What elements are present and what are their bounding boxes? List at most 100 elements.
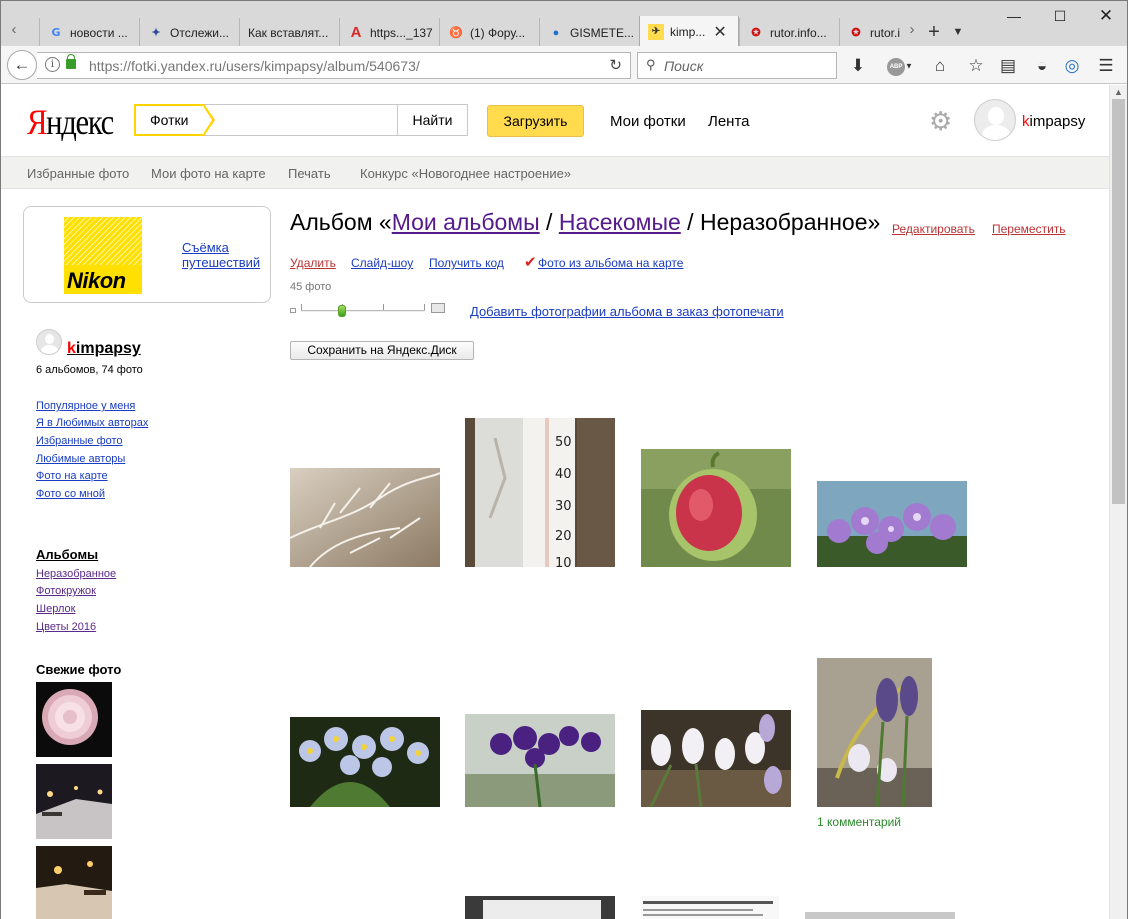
page-scrollbar[interactable]: ▲ <box>1109 85 1127 919</box>
gear-icon[interactable]: ⚙ <box>929 106 952 137</box>
browser-tab[interactable]: A https..._137 <box>339 18 439 47</box>
reading-list-icon[interactable]: ▤ <box>997 55 1019 77</box>
browser-tab[interactable]: G новости ... <box>39 18 139 47</box>
photo-row3-2-document[interactable] <box>641 896 779 919</box>
sidebar-album-sherlock[interactable]: Шерлок <box>36 603 75 615</box>
subnav-favorites[interactable]: Избранные фото <box>27 166 129 181</box>
sidebar-album-flowers-2016[interactable]: Цветы 2016 <box>36 621 96 633</box>
browser-tab[interactable]: ♉ (1) Фору... <box>439 18 539 47</box>
info-icon[interactable]: i <box>45 57 60 72</box>
nikon-logo[interactable]: Nikon <box>64 217 142 294</box>
photo-poppy-bud[interactable] <box>641 449 791 567</box>
photo-row3-1[interactable] <box>465 896 615 919</box>
sidebar-album-unsorted[interactable]: Неразобранное <box>36 568 116 580</box>
photo-white-crocuses[interactable] <box>641 710 791 807</box>
thumbnail-size-slider[interactable] <box>301 310 425 312</box>
save-to-disk-button[interactable]: Сохранить на Яндекс.Диск <box>290 341 474 360</box>
browser-tab-active[interactable]: ✈ kimp... ✕ <box>639 16 739 47</box>
photo-thermometer[interactable]: 50 40 30 20 10 <box>465 418 615 567</box>
my-photos-link[interactable]: Мои фотки <box>610 113 686 130</box>
fresh-photo-snowy-park[interactable] <box>36 764 112 839</box>
sidebar-link-favorite-photos[interactable]: Избранные фото <box>36 435 123 447</box>
bookmark-star-icon[interactable]: ☆ <box>965 55 987 77</box>
photo-violet-flowers[interactable] <box>465 714 615 807</box>
photo-count: 45 фото <box>290 281 332 293</box>
user-name-link[interactable]: kimpapsy <box>1022 113 1085 130</box>
sidebar-link-in-favorite-authors[interactable]: Я в Любимых авторах <box>36 417 148 429</box>
ad-banner[interactable]: Nikon Съёмка путешествий <box>23 206 271 303</box>
photo-frosted-branches[interactable] <box>290 468 440 567</box>
back-button[interactable]: ← <box>7 50 37 80</box>
sidebar-user-link[interactable]: kimpapsy <box>67 340 141 358</box>
breadcrumb-my-albums[interactable]: Мои альбомы <box>392 209 540 235</box>
albums-heading[interactable]: Альбомы <box>36 547 98 562</box>
delete-link[interactable]: Удалить <box>290 256 336 270</box>
sidebar-avatar[interactable] <box>36 329 62 355</box>
upload-button[interactable]: Загрузить <box>487 105 584 137</box>
move-album-link[interactable]: Переместить <box>992 222 1066 236</box>
browser-tab[interactable]: ✦ Отслежи... <box>139 18 239 47</box>
close-tab-icon[interactable]: ✕ <box>713 22 726 42</box>
address-bar[interactable]: i https://fotki.yandex.ru/users/kimpapsy… <box>37 52 631 79</box>
photo-row3-3[interactable] <box>805 912 955 919</box>
tab-list-icon[interactable]: ▼ <box>947 18 969 47</box>
letter-a-icon: A <box>350 24 362 41</box>
subnav-contest[interactable]: Конкурс «Новогоднее настроение» <box>360 166 571 181</box>
small-size-icon[interactable] <box>290 308 296 313</box>
maximize-icon[interactable]: ☐ <box>1037 1 1083 31</box>
pocket-icon[interactable]: ◒ <box>1031 55 1053 77</box>
photo-primula-blue[interactable] <box>290 717 440 807</box>
new-tab-icon[interactable]: + <box>923 18 945 47</box>
breadcrumb-insects[interactable]: Насекомые <box>559 209 681 235</box>
back-arrow-icon: ← <box>13 55 31 74</box>
reload-icon[interactable]: ↻ <box>609 56 622 74</box>
home-icon[interactable]: ⌂ <box>929 55 951 77</box>
photos-on-map-link[interactable]: Фото из альбома на карте <box>538 256 683 270</box>
subnav-map[interactable]: Мои фото на карте <box>151 166 266 181</box>
browser-tab[interactable]: Как вставлят... <box>239 18 339 47</box>
edit-album-link[interactable]: Редактировать <box>892 222 975 236</box>
menu-icon[interactable]: ☰ <box>1095 55 1117 77</box>
browser-search-field[interactable]: ⚲ Поиск <box>637 52 837 79</box>
feed-link[interactable]: Лента <box>708 113 750 130</box>
tab-scroll-left-icon[interactable]: ‹ <box>1 15 27 45</box>
browser-tab[interactable]: ● GISMETE... <box>539 18 639 47</box>
site-search: Фотки Найти <box>134 104 468 136</box>
tab-scroll-right-icon[interactable]: › <box>899 15 925 45</box>
sidebar-album-photo-club[interactable]: Фотокружок <box>36 585 96 597</box>
fresh-photo-night-snow[interactable] <box>36 846 112 919</box>
adblock-icon[interactable]: ABP ▼ <box>883 55 917 77</box>
order-print-link[interactable]: Добавить фотографии альбома в заказ фото… <box>470 304 784 319</box>
browser-nav-bar: i https://fotki.yandex.ru/users/kimpapsy… <box>0 46 1128 84</box>
browser-tab[interactable]: ✪ rutor.info... <box>739 18 839 47</box>
search-button[interactable]: Найти <box>397 104 468 136</box>
sidebar-link-photos-with-me[interactable]: Фото со мной <box>36 488 105 500</box>
slideshow-link[interactable]: Слайд-шоу <box>351 256 413 270</box>
photo-purple-primula[interactable] <box>817 481 967 567</box>
get-code-link[interactable]: Получить код <box>429 256 504 270</box>
window-close-icon[interactable]: ✕ <box>1083 1 1128 31</box>
sidebar-stats: 6 альбомов, 74 фото <box>36 364 143 376</box>
subnav-print[interactable]: Печать <box>288 166 331 181</box>
ad-link[interactable]: Съёмка путешествий <box>182 240 272 270</box>
download-icon[interactable]: ⬇ <box>847 55 869 77</box>
scrollbar-thumb[interactable] <box>1112 99 1125 504</box>
slider-handle[interactable] <box>338 305 346 317</box>
avatar[interactable] <box>974 99 1016 141</box>
search-input[interactable] <box>213 105 393 135</box>
large-size-icon[interactable] <box>431 303 445 313</box>
minimize-icon[interactable]: — <box>991 1 1037 31</box>
url-text[interactable]: https://fotki.yandex.ru/users/kimpapsy/a… <box>89 58 420 74</box>
sidebar-link-photos-on-map[interactable]: Фото на карте <box>36 470 108 482</box>
photo-crocuses-closeup[interactable] <box>817 658 932 807</box>
browser-tab[interactable]: ✪ rutor.i <box>839 18 903 47</box>
fresh-photo-dahlia[interactable] <box>36 682 112 757</box>
sidebar-link-favorite-authors[interactable]: Любимые авторы <box>36 453 125 465</box>
extension-icon[interactable]: ◎ <box>1061 55 1083 77</box>
svg-text:10: 10 <box>555 556 572 567</box>
yandex-logo[interactable]: Яндекс <box>27 101 114 143</box>
water-drop-icon: ● <box>552 26 560 39</box>
scroll-up-icon[interactable]: ▲ <box>1114 87 1123 97</box>
photo-comment-count[interactable]: 1 комментарий <box>817 815 901 829</box>
sidebar-link-popular[interactable]: Популярное у меня <box>36 400 135 412</box>
